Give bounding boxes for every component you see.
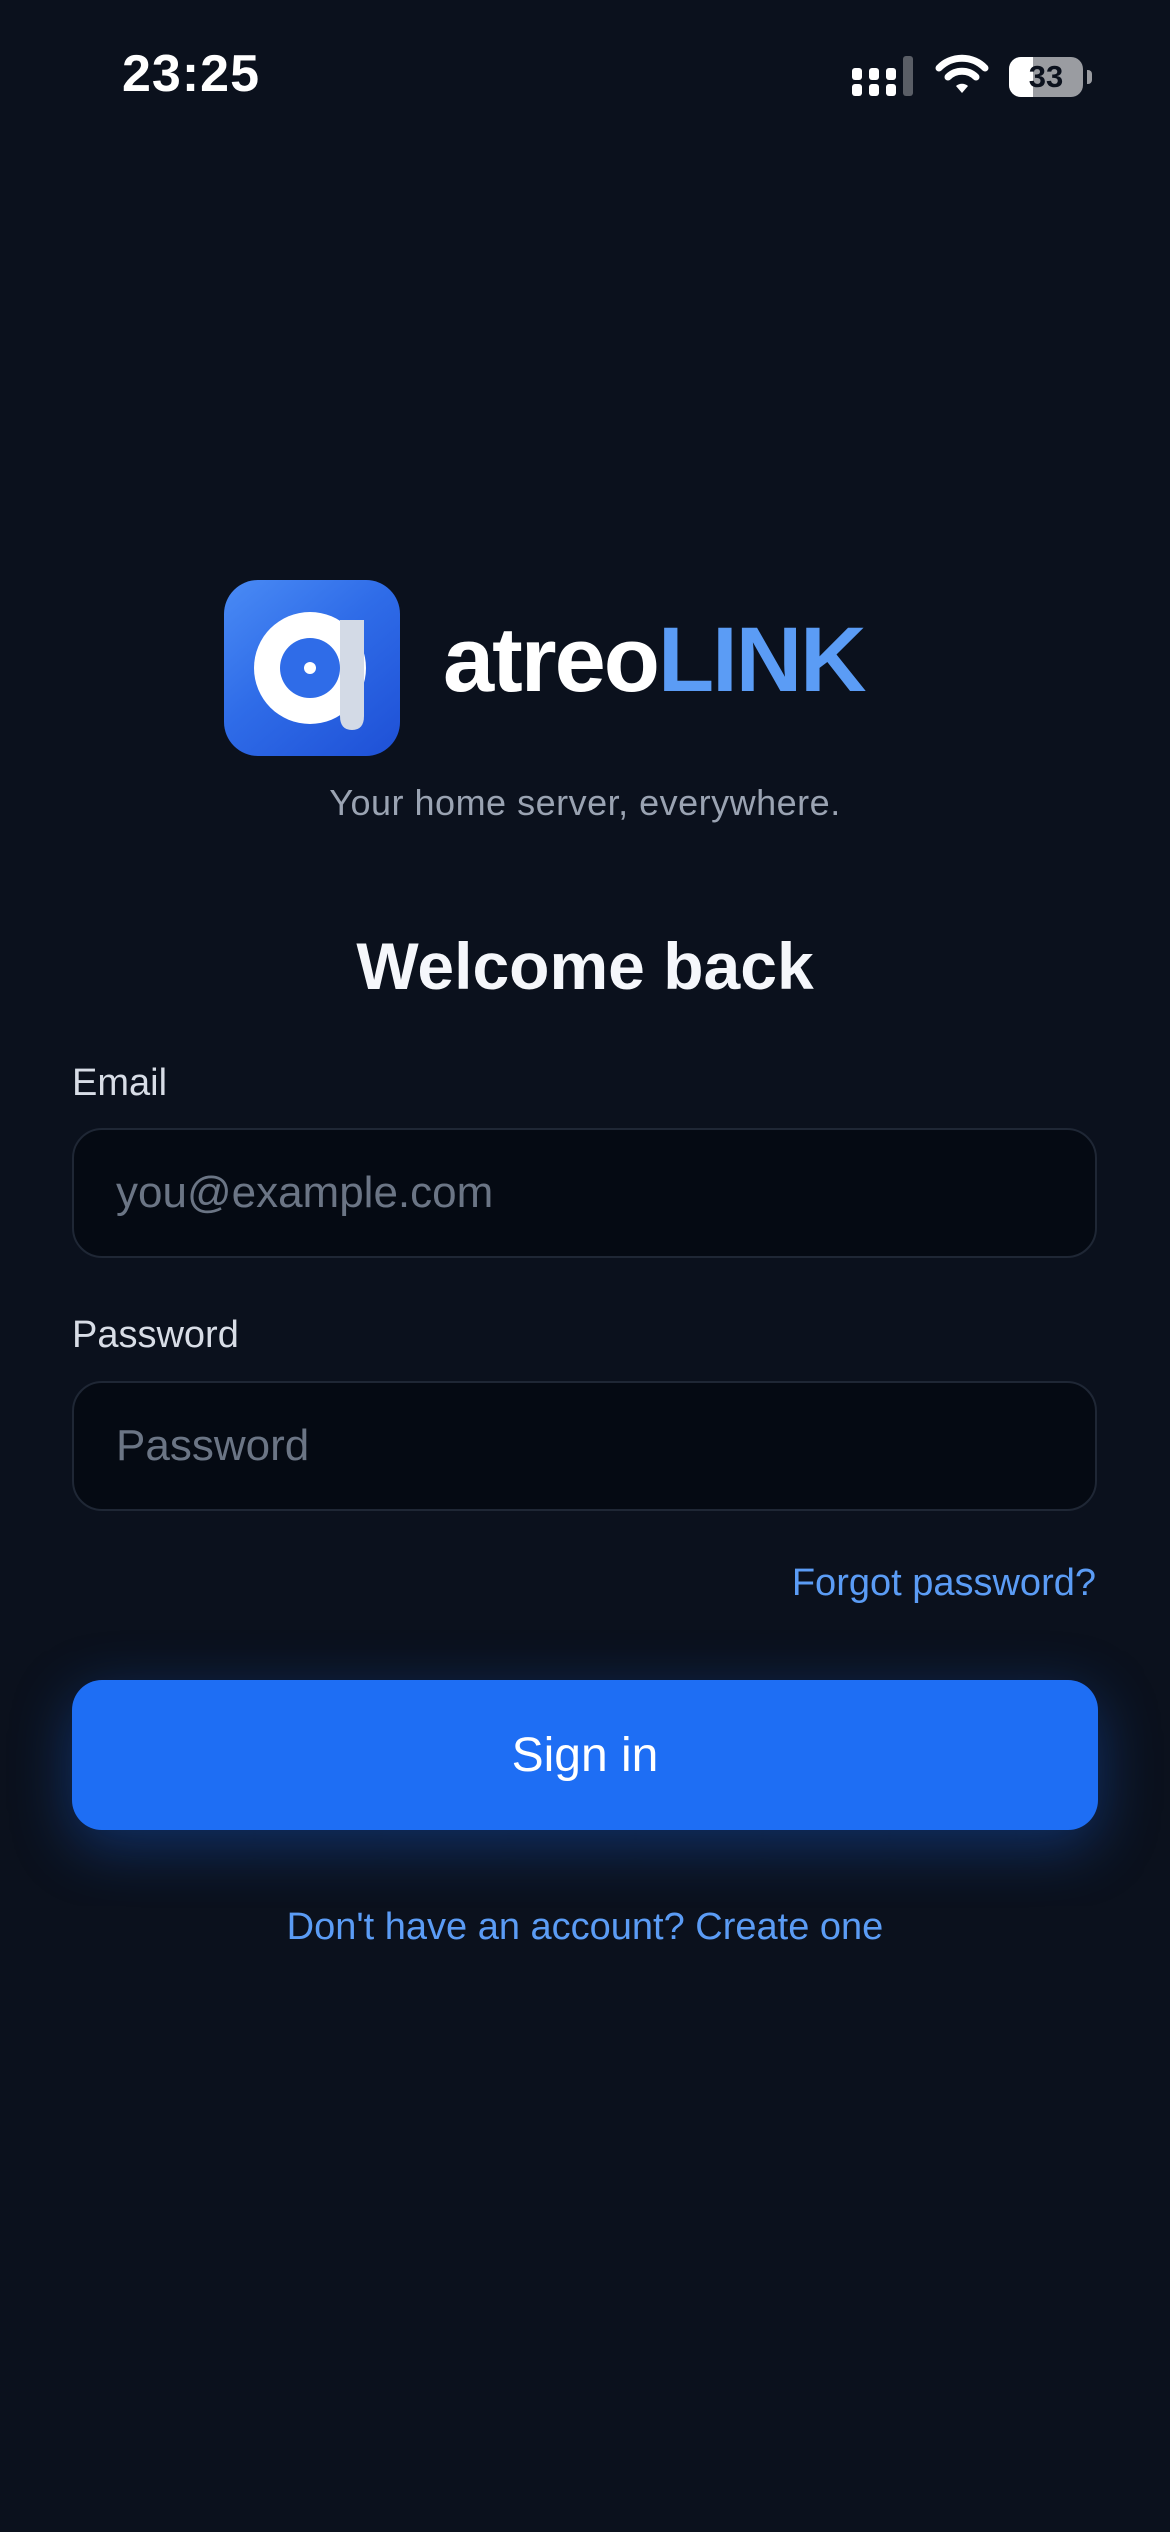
brand-wordmark: atreoLINK [443,614,867,706]
forgot-password-link[interactable]: Forgot password? [792,1562,1096,1605]
email-label: Email [72,1062,168,1104]
create-account-link[interactable]: Don't have an account? Create one [0,1906,1170,1949]
battery-cap [1087,70,1092,84]
wifi-icon [935,54,989,101]
battery-level: 33 [1028,59,1064,94]
brand-tagline: Your home server, everywhere. [329,782,841,823]
sign-in-button[interactable]: Sign in [72,1680,1098,1830]
login-screen: 23:25 33 atreoLINK Your home server, eve… [0,0,1170,2532]
password-label: Password [72,1314,239,1356]
password-field[interactable] [72,1381,1097,1511]
atreolink-logo-icon [224,580,400,756]
email-field[interactable] [72,1128,1097,1258]
status-time: 23:25 [122,45,260,103]
brand-name-part1: atreo [443,609,660,711]
page-title: Welcome back [356,929,814,1003]
battery-icon: 33 [1009,57,1083,97]
brand-name-part2: LINK [657,609,867,711]
cellular-signal-icon [852,56,914,103]
